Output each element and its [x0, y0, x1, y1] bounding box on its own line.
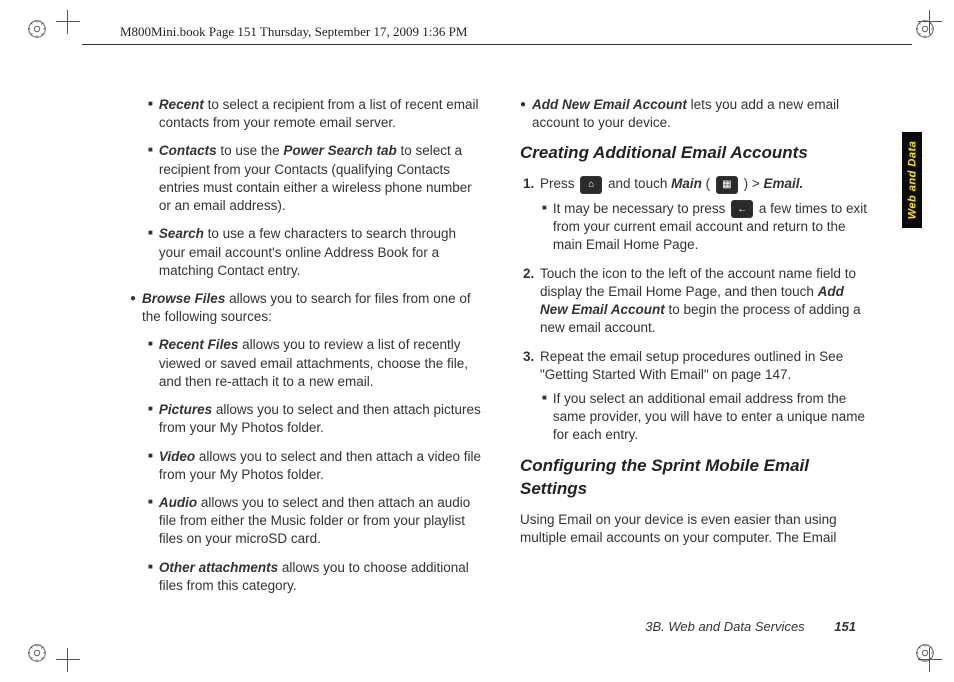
term-main: Main: [671, 176, 702, 191]
step-3-sub: ■ If you select an additional email addr…: [542, 390, 874, 445]
bullet-pictures: ■ Pictures allows you to select and then…: [148, 401, 484, 437]
footer-page: 151: [834, 619, 856, 634]
square-bullet-icon: ■: [148, 559, 153, 595]
body-text: ) >: [744, 176, 764, 191]
crop-mark: [918, 648, 942, 672]
heading-configuring: Configuring the Sprint Mobile Email Sett…: [520, 455, 874, 501]
body-text: (: [706, 176, 714, 191]
header-rule: [82, 44, 912, 45]
bullet-contacts: ■ Contacts to use the Power Search tab t…: [148, 142, 484, 215]
term-video: Video: [159, 449, 195, 464]
bullet-search: ■ Search to use a few characters to sear…: [148, 225, 484, 280]
step-1: Press and touch Main ( ) > Email. ■ It m…: [538, 175, 874, 254]
steps-list: Press and touch Main ( ) > Email. ■ It m…: [520, 175, 874, 444]
round-bullet-icon: ●: [130, 290, 136, 326]
round-bullet-icon: ●: [520, 96, 526, 132]
bullet-video: ■ Video allows you to select and then at…: [148, 448, 484, 484]
step-2: Touch the icon to the left of the accoun…: [538, 265, 874, 338]
term-email: Email.: [764, 176, 804, 191]
content-columns: ■ Recent to select a recipient from a li…: [130, 96, 874, 602]
body-text: and touch: [608, 176, 671, 191]
side-tab: Web and Data: [902, 132, 922, 228]
square-bullet-icon: ■: [148, 336, 153, 391]
bullet-add-new: ● Add New Email Account lets you add a n…: [520, 96, 874, 132]
paragraph: Using Email on your device is even easie…: [520, 511, 874, 547]
square-bullet-icon: ■: [542, 390, 547, 445]
body-text: allows you to select and then attach a v…: [159, 449, 481, 482]
footer: 3B. Web and Data Services 151: [645, 619, 856, 634]
back-icon: [731, 200, 753, 218]
term-contacts: Contacts: [159, 143, 217, 158]
term-search: Search: [159, 226, 204, 241]
square-bullet-icon: ■: [148, 448, 153, 484]
bullet-other: ■ Other attachments allows you to choose…: [148, 559, 484, 595]
term-add-new: Add New Email Account: [532, 97, 687, 112]
grid-icon: [716, 176, 738, 194]
square-bullet-icon: ■: [148, 401, 153, 437]
crop-mark: [56, 10, 80, 34]
term-browse: Browse Files: [142, 291, 225, 306]
footer-section: 3B. Web and Data Services: [645, 619, 804, 634]
crop-mark: [56, 648, 80, 672]
body-text: to select a recipient from a list of rec…: [159, 97, 479, 130]
body-text: Touch the icon to the left of the accoun…: [540, 266, 856, 299]
header-meta: M800Mini.book Page 151 Thursday, Septemb…: [120, 24, 467, 40]
term-recent: Recent: [159, 97, 204, 112]
bullet-audio: ■ Audio allows you to select and then at…: [148, 494, 484, 549]
home-icon: [580, 176, 602, 194]
term-recent-files: Recent Files: [159, 337, 239, 352]
term-pictures: Pictures: [159, 402, 212, 417]
body-text: Repeat the email setup procedures outlin…: [540, 349, 843, 382]
page: M800Mini.book Page 151 Thursday, Septemb…: [0, 0, 954, 682]
step-1-sub: ■ It may be necessary to press a few tim…: [542, 200, 874, 255]
term-power-search: Power Search tab: [283, 143, 396, 158]
term-audio: Audio: [159, 495, 197, 510]
body-text: Press: [540, 176, 578, 191]
square-bullet-icon: ■: [148, 225, 153, 280]
bullet-recent-files: ■ Recent Files allows you to review a li…: [148, 336, 484, 391]
left-column: ■ Recent to select a recipient from a li…: [130, 96, 484, 602]
gear-icon: [26, 18, 48, 40]
term-other: Other attachments: [159, 560, 278, 575]
heading-creating: Creating Additional Email Accounts: [520, 142, 874, 165]
step-3: Repeat the email setup procedures outlin…: [538, 348, 874, 445]
bullet-recent: ■ Recent to select a recipient from a li…: [148, 96, 484, 132]
square-bullet-icon: ■: [148, 142, 153, 215]
body-text: to use a few characters to search throug…: [159, 226, 456, 277]
square-bullet-icon: ■: [148, 96, 153, 132]
square-bullet-icon: ■: [148, 494, 153, 549]
square-bullet-icon: ■: [542, 200, 547, 255]
gear-icon: [26, 642, 48, 664]
body-text: allows you to select and then attach an …: [159, 495, 470, 546]
crop-mark: [918, 10, 942, 34]
bullet-browse-files: ● Browse Files allows you to search for …: [130, 290, 484, 326]
body-text: to use the: [217, 143, 284, 158]
body-text: It may be necessary to press: [553, 201, 729, 216]
side-tab-label: Web and Data: [906, 141, 918, 220]
body-text: If you select an additional email addres…: [553, 390, 874, 445]
right-column: ● Add New Email Account lets you add a n…: [520, 96, 874, 602]
